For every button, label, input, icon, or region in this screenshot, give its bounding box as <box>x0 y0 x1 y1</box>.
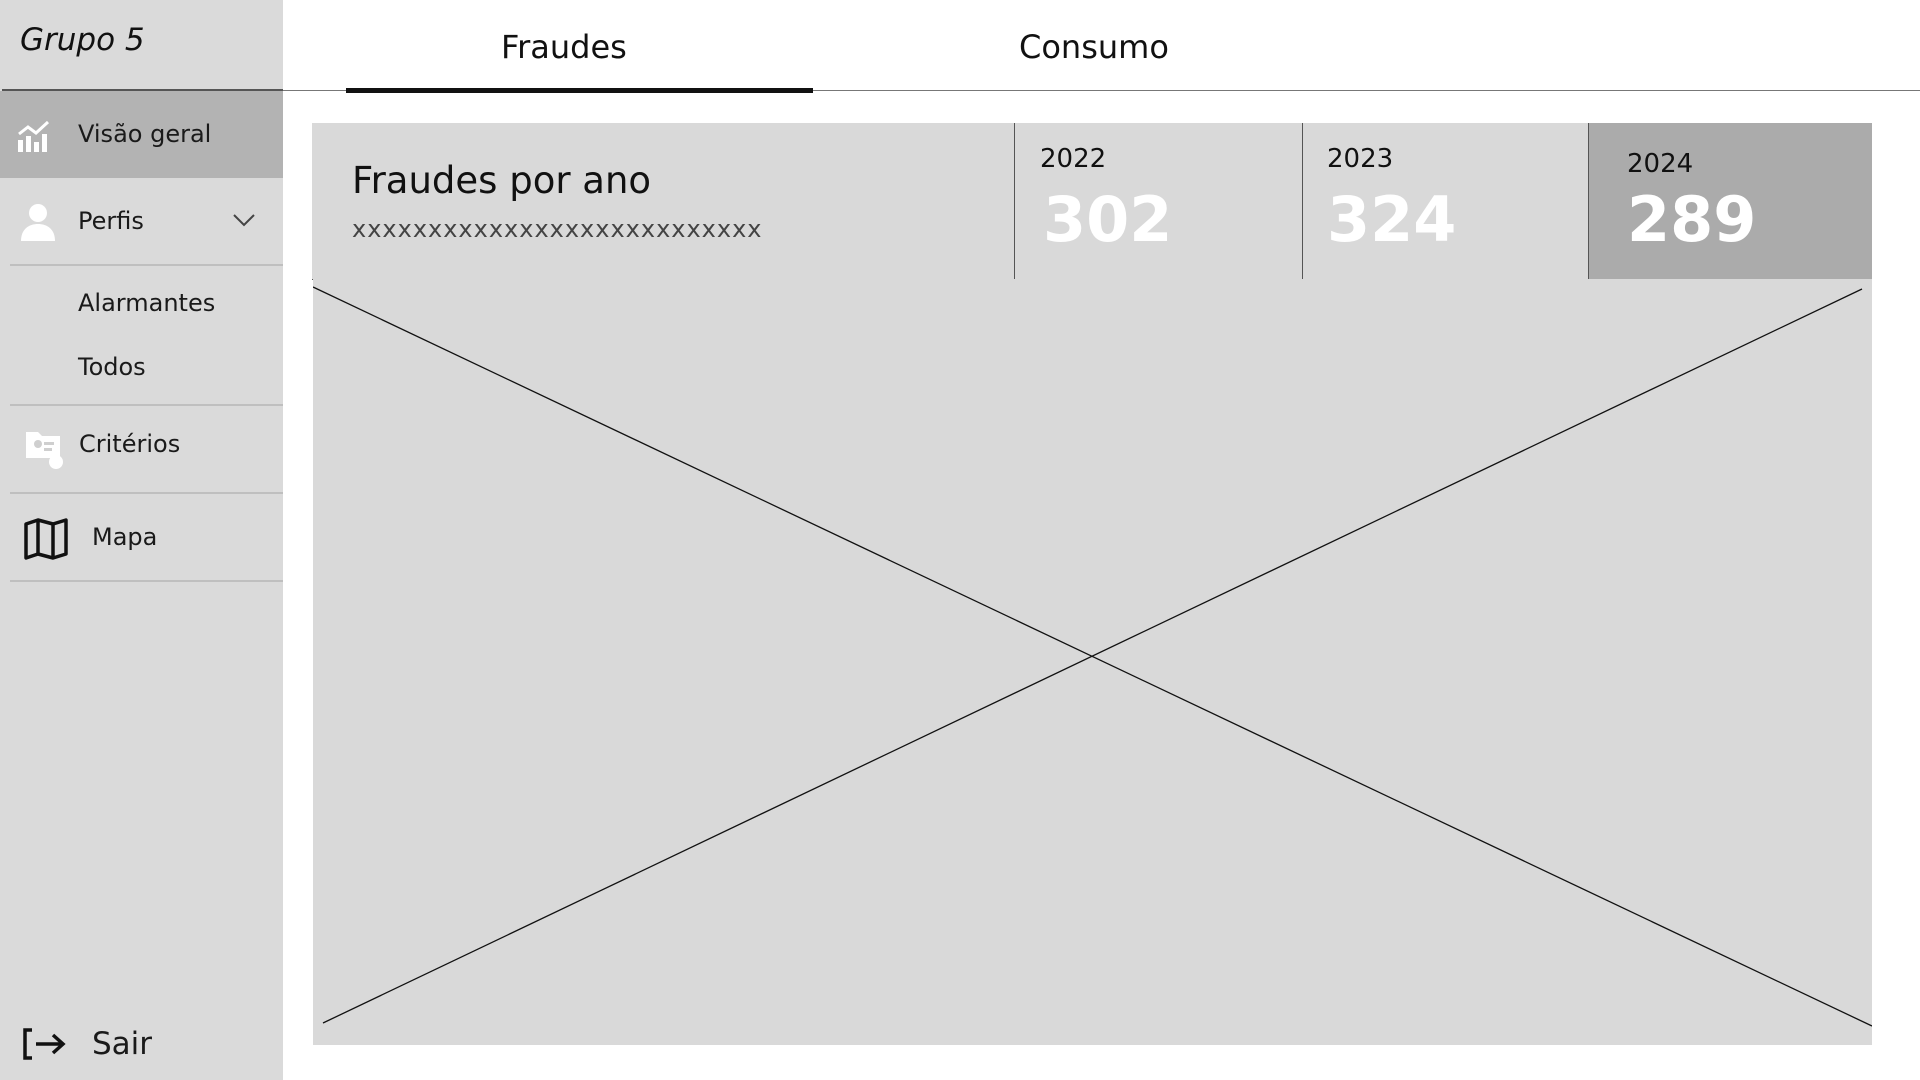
brand-title: Grupo 5 <box>20 22 145 58</box>
sidebar-item-criterios[interactable]: Critérios <box>0 406 283 492</box>
active-tab-indicator <box>346 88 813 93</box>
sidebar-item-label: Todos <box>78 353 146 381</box>
sidebar-divider <box>10 580 283 582</box>
stats-title: Fraudes por ano <box>352 159 652 202</box>
stat-value: 289 <box>1627 183 1757 256</box>
stat-value: 324 <box>1327 183 1457 256</box>
stat-card-2024[interactable]: 2024 289 <box>1589 123 1872 279</box>
sidebar-item-perfis[interactable]: Perfis <box>0 178 283 264</box>
sidebar-subitem-todos[interactable]: Todos <box>0 348 283 388</box>
stat-year: 2024 <box>1627 149 1694 179</box>
stat-value: 302 <box>1043 183 1173 256</box>
sidebar-item-mapa[interactable]: Mapa <box>0 494 283 580</box>
criteria-icon <box>24 428 66 470</box>
sidebar-item-label: Critérios <box>79 430 181 458</box>
chart-image-placeholder <box>313 279 1872 1045</box>
fraud-stats-panel: Fraudes por ano xxxxxxxxxxxxxxxxxxxxxxxx… <box>312 123 1872 280</box>
stat-card-2023[interactable]: 2023 324 <box>1303 123 1588 279</box>
sidebar: Grupo 5 Visão geral Perfis Alarmantes To… <box>0 0 283 1080</box>
sidebar-item-label: Visão geral <box>78 120 212 148</box>
logout-button[interactable]: Sair <box>0 1020 283 1080</box>
user-icon <box>19 202 57 242</box>
sidebar-subitem-alarmantes[interactable]: Alarmantes <box>0 284 283 324</box>
chevron-down-icon[interactable] <box>233 213 255 227</box>
sidebar-item-label: Alarmantes <box>78 289 216 317</box>
stat-year: 2023 <box>1327 144 1394 174</box>
sidebar-divider <box>10 264 283 266</box>
sidebar-item-label: Perfis <box>78 207 144 235</box>
chart-icon <box>16 118 52 154</box>
stat-card-2022[interactable]: 2022 302 <box>1015 123 1302 279</box>
sidebar-item-visao-geral[interactable]: Visão geral <box>0 91 283 178</box>
logout-icon <box>22 1028 68 1060</box>
logout-label: Sair <box>92 1026 153 1062</box>
tab-fraudes[interactable]: Fraudes <box>501 28 627 66</box>
map-icon <box>23 518 69 560</box>
tab-consumo[interactable]: Consumo <box>1019 28 1169 66</box>
sidebar-item-label: Mapa <box>92 523 158 551</box>
stats-subtitle: xxxxxxxxxxxxxxxxxxxxxxxxxxx <box>352 215 763 243</box>
stat-year: 2022 <box>1040 144 1107 174</box>
